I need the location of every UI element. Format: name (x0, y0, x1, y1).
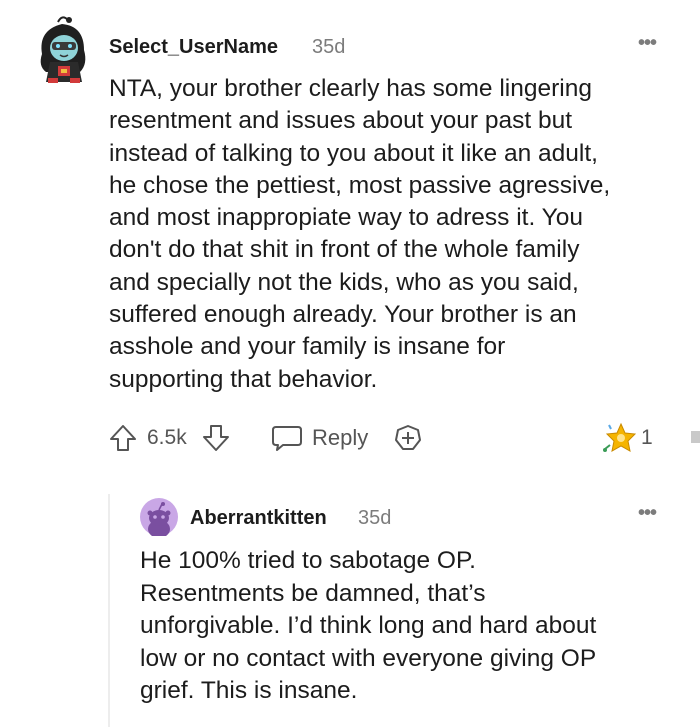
username[interactable]: Select_UserName (109, 36, 278, 59)
arrow-down-icon (203, 425, 229, 451)
thread-line[interactable] (108, 494, 110, 727)
comment-line: and specially not the kids, who as you s… (109, 268, 579, 296)
comment-body: NTA, your brother clearly has some linge… (109, 73, 689, 396)
reply-body: He 100% tried to sabotage OP. Resentment… (140, 545, 690, 708)
comment-line: and most inappropiate way to adress it. … (109, 204, 583, 232)
comment-line: resentment and issues about your past bu… (109, 107, 573, 135)
comment-line: suffered enough already. Your brother is… (109, 301, 577, 329)
scroll-indicator (691, 431, 700, 443)
more-options-icon[interactable]: ••• (638, 502, 657, 525)
user-avatar-icon (40, 16, 86, 83)
speech-bubble-icon (272, 426, 302, 451)
reply-line: unforgivable. I’d think long and hard ab… (140, 612, 597, 639)
comment-line: he chose the pettiest, most passive agre… (109, 171, 611, 199)
award-count: 1 (641, 426, 653, 449)
reply-button[interactable] (270, 420, 304, 456)
comment-line: NTA, your brother clearly has some linge… (109, 75, 592, 102)
more-options-icon[interactable]: ••• (638, 32, 657, 55)
avatar[interactable] (140, 498, 178, 538)
comment-actions: 6.5k Reply 1 (107, 420, 700, 456)
timestamp: 35d (358, 507, 392, 529)
upvote-button[interactable] (107, 420, 139, 456)
vote-count: 6.5k (147, 426, 187, 449)
star-award-icon (603, 422, 637, 452)
reply-line: grief. This is insane. (140, 677, 358, 704)
reply-label[interactable]: Reply (312, 420, 368, 456)
give-award-button[interactable] (393, 420, 423, 456)
arrow-up-icon (110, 425, 136, 451)
reply-line: low or no contact with everyone giving O… (140, 644, 597, 672)
plus-circle-icon (395, 425, 421, 450)
comment-line: instead of talking to you about it like … (109, 139, 598, 167)
reply-line: Resentments be damned, that’s (140, 579, 486, 607)
comment-line: supporting that behavior. (109, 365, 378, 393)
comment-line: don't do that shit in front of the whole… (109, 236, 580, 264)
timestamp: 35d (312, 36, 346, 58)
reply-line: He 100% tried to sabotage OP. (140, 547, 476, 574)
username[interactable]: Aberrantkitten (190, 507, 327, 530)
snoo-avatar-icon (140, 498, 178, 538)
comment-line: asshole and your family is insane for (109, 333, 506, 361)
avatar[interactable] (32, 14, 94, 84)
star-award-icon[interactable] (602, 420, 638, 456)
downvote-button[interactable] (200, 420, 232, 456)
